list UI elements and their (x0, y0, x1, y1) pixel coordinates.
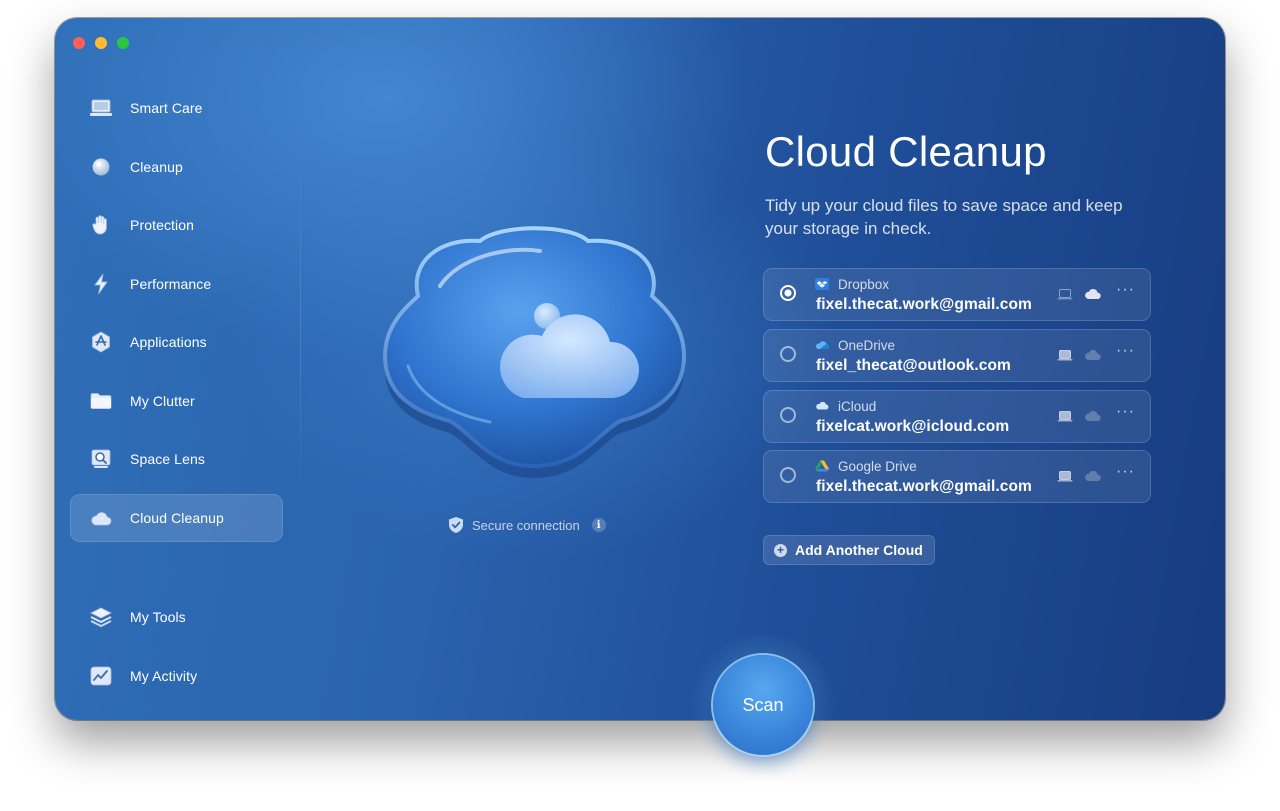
sidebar-item-my-activity[interactable]: My Activity (70, 652, 283, 700)
account-email: fixel.thecat.work@gmail.com (816, 296, 1032, 313)
sidebar-item-my-tools[interactable]: My Tools (70, 593, 283, 641)
sidebar-item-label: Protection (130, 217, 195, 233)
sidebar-item-label: Cloud Cleanup (130, 510, 224, 526)
cloud-account-row[interactable]: OneDrive fixel_thecat@outlook.com ··· (763, 329, 1151, 382)
sidebar-item-label: My Clutter (130, 393, 195, 409)
sidebar-item-space-lens[interactable]: Space Lens (70, 435, 283, 483)
account-radio[interactable] (780, 467, 796, 483)
sidebar-item-label: Applications (130, 334, 207, 350)
sidebar-item-label: My Activity (130, 668, 198, 684)
sidebar-divider (300, 148, 301, 508)
secure-connection: Secure connection i (448, 516, 606, 534)
sidebar-item-label: Space Lens (130, 451, 205, 467)
account-email: fixel_thecat@outlook.com (816, 357, 1011, 374)
hand-icon (90, 214, 112, 236)
laptop-icon (1057, 350, 1073, 361)
provider-name: Google Drive (838, 459, 917, 474)
cloud-status-icon (1085, 288, 1101, 299)
page-subtitle: Tidy up your cloud files to save space a… (765, 196, 1123, 238)
laptop-icon (1057, 411, 1073, 422)
account-radio[interactable] (780, 346, 796, 362)
more-options-button[interactable]: ··· (1116, 342, 1135, 360)
icloud-icon (816, 401, 829, 410)
display-icon (90, 97, 112, 119)
close-window-button[interactable] (73, 37, 85, 49)
bubble-icon (90, 156, 112, 178)
app-window: Smart Care Cleanup Protection Performanc… (55, 18, 1225, 720)
account-radio[interactable] (780, 285, 796, 301)
shield-check-icon (449, 517, 463, 533)
sidebar-item-label: My Tools (130, 609, 186, 625)
onedrive-icon (815, 341, 829, 349)
sidebar-item-protection[interactable]: Protection (70, 201, 283, 249)
plus-icon: + (774, 543, 787, 557)
sidebar-item-label: Performance (130, 276, 212, 292)
add-another-cloud-button[interactable]: + Add Another Cloud (763, 535, 935, 565)
google-drive-icon (815, 460, 829, 472)
cloud-account-row[interactable]: iCloud fixelcat.work@icloud.com ··· (763, 390, 1151, 443)
cloud-account-row[interactable]: Google Drive fixel.thecat.work@gmail.com… (763, 450, 1151, 503)
more-options-button[interactable]: ··· (1116, 463, 1135, 481)
sidebar-item-label: Cleanup (130, 159, 183, 175)
account-email: fixel.thecat.work@gmail.com (816, 478, 1032, 495)
cloud-status-icon (1085, 349, 1101, 360)
cloud-cleanup-illustration (382, 226, 687, 478)
laptop-icon (1057, 471, 1073, 482)
more-options-button[interactable]: ··· (1116, 403, 1135, 421)
secure-connection-label: Secure connection (472, 517, 580, 533)
cloud-account-row[interactable]: Dropbox fixel.thecat.work@gmail.com ··· (763, 268, 1151, 321)
lens-icon (90, 448, 112, 470)
zoom-window-button[interactable] (117, 37, 129, 49)
provider-name: OneDrive (838, 338, 896, 353)
cloud-status-icon (1085, 410, 1101, 421)
provider-name: iCloud (838, 399, 877, 414)
more-options-button[interactable]: ··· (1116, 281, 1135, 299)
minimize-window-button[interactable] (95, 37, 107, 49)
sidebar-item-my-clutter[interactable]: My Clutter (70, 377, 283, 425)
dropbox-icon (815, 278, 829, 290)
bolt-icon (90, 273, 112, 295)
sidebar-item-applications[interactable]: Applications (70, 318, 283, 366)
account-email: fixelcat.work@icloud.com (816, 418, 1010, 435)
layers-icon (90, 606, 112, 628)
cloud-status-icon (1085, 470, 1101, 481)
sidebar-item-label: Smart Care (130, 100, 203, 116)
sidebar-item-smart-care[interactable]: Smart Care (70, 84, 283, 132)
scan-button[interactable]: Scan (713, 655, 813, 755)
folder-icon (90, 390, 112, 412)
sidebar-item-cloud-cleanup[interactable]: Cloud Cleanup (70, 494, 283, 542)
account-radio[interactable] (780, 407, 796, 423)
page-title: Cloud Cleanup (765, 128, 1047, 175)
provider-name: Dropbox (838, 277, 890, 292)
info-icon[interactable]: i (591, 518, 606, 532)
laptop-icon (1057, 289, 1073, 300)
sidebar-item-performance[interactable]: Performance (70, 260, 283, 308)
activity-icon (90, 665, 112, 687)
app-store-icon (90, 331, 112, 353)
add-cloud-label: Add Another Cloud (795, 542, 923, 558)
sidebar-item-cleanup[interactable]: Cleanup (70, 143, 283, 191)
cloud-icon (90, 507, 112, 529)
